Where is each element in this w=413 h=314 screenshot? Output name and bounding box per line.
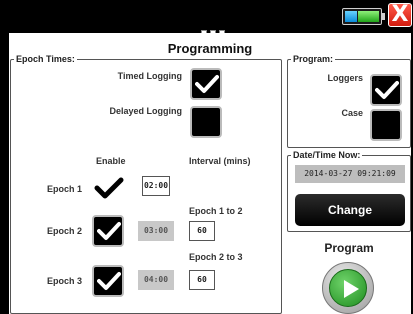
epoch-1-enable-checkbox[interactable] <box>94 176 124 205</box>
program-label: Program <box>324 241 374 255</box>
epoch-2-time-field[interactable]: 03:00 <box>138 221 174 241</box>
delayed-logging-checkbox[interactable] <box>190 106 222 138</box>
interval-header: Interval (mins) <box>189 156 251 166</box>
loggers-label: Loggers <box>327 73 363 83</box>
datetime-value: 2014-03-27 09:21:09 <box>295 165 405 183</box>
epoch-2-enable-checkbox[interactable] <box>92 215 124 247</box>
epoch-2-label: Epoch 2 <box>47 226 83 236</box>
interval-1-2-label: Epoch 1 to 2 <box>189 206 243 216</box>
epoch-1-time-field[interactable]: 02:00 <box>142 176 170 196</box>
datetime-legend: Date/Time Now: <box>293 150 361 160</box>
check-icon <box>195 75 219 93</box>
case-checkbox[interactable] <box>370 109 402 141</box>
epoch-3-time-field[interactable]: 04:00 <box>138 270 174 290</box>
interval-2-3-field[interactable]: 60 <box>189 270 215 290</box>
top-bar: X <box>0 0 413 35</box>
battery-icon <box>342 6 385 26</box>
epoch-3-label: Epoch 3 <box>47 276 83 286</box>
check-icon <box>97 222 121 240</box>
check-icon <box>375 81 399 99</box>
program-legend: Program: <box>293 54 334 64</box>
epoch-1-label: Epoch 1 <box>47 184 83 194</box>
enable-header: Enable <box>96 156 126 166</box>
epoch-3-enable-checkbox[interactable] <box>92 265 124 297</box>
change-button[interactable]: Change <box>295 194 405 226</box>
close-icon[interactable]: X <box>388 3 412 27</box>
check-icon <box>97 272 121 290</box>
check-icon <box>94 177 124 199</box>
interval-1-2-field[interactable]: 60 <box>189 221 215 241</box>
epoch-times-legend: Epoch Times: <box>16 54 75 64</box>
interval-2-3-label: Epoch 2 to 3 <box>189 252 243 262</box>
program-button[interactable] <box>322 262 374 314</box>
loggers-checkbox[interactable] <box>370 74 402 106</box>
timed-logging-checkbox[interactable] <box>190 68 222 100</box>
delayed-logging-label: Delayed Logging <box>109 106 182 116</box>
play-icon <box>344 280 359 298</box>
programming-panel: Programming Epoch Times: Timed Logging D… <box>9 33 411 314</box>
timed-logging-label: Timed Logging <box>117 71 182 81</box>
case-label: Case <box>341 108 363 118</box>
